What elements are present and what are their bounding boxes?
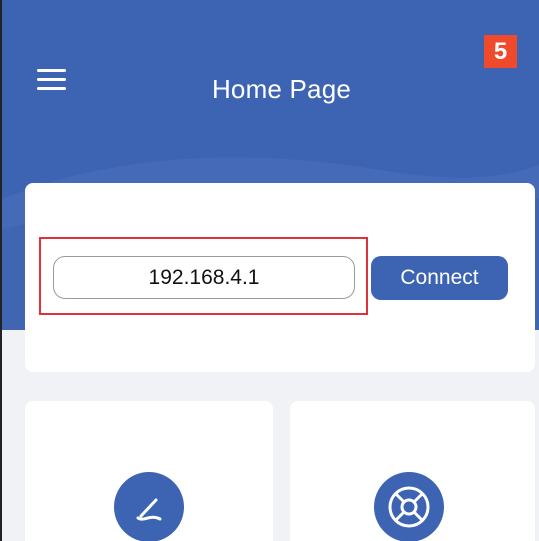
app-screen: Home Page 5 Connect xyxy=(0,0,539,541)
page-title: Home Page xyxy=(211,74,352,104)
screen-edge xyxy=(0,0,2,541)
steering-wheel-icon[interactable] xyxy=(374,472,444,541)
line-tracking-icon[interactable] xyxy=(114,472,184,541)
connect-button[interactable]: Connect xyxy=(371,256,508,300)
ip-address-input[interactable] xyxy=(53,256,355,299)
step-number-badge: 5 xyxy=(484,35,517,68)
